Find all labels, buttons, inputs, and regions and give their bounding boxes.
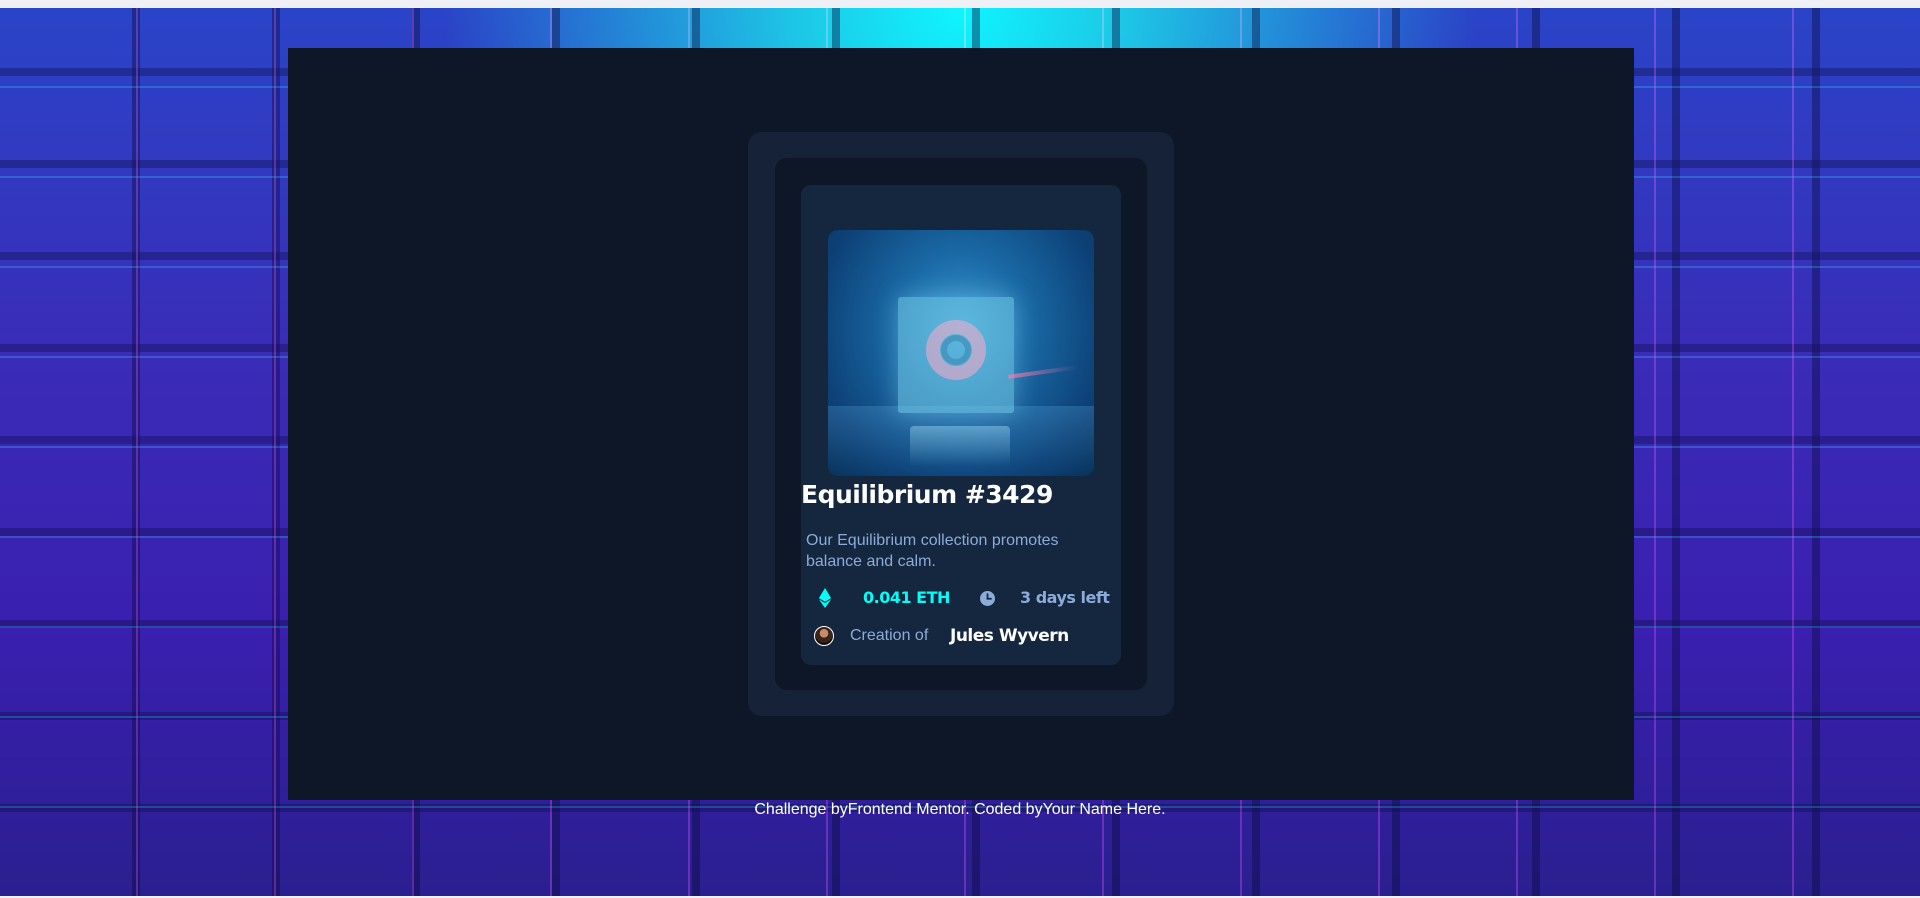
attribution-middle: . Coded by bbox=[965, 801, 1043, 818]
attribution-prefix: Challenge by bbox=[754, 801, 848, 818]
creation-label: Creation of bbox=[850, 627, 929, 644]
attribution-suffix: . bbox=[1161, 801, 1166, 818]
light-flare bbox=[1008, 365, 1078, 379]
author-link[interactable]: Your Name Here bbox=[1043, 801, 1162, 818]
creator-avatar bbox=[814, 626, 834, 646]
price-value: 0.041 ETH bbox=[863, 588, 950, 607]
frontend-mentor-link[interactable]: Frontend Mentor bbox=[848, 801, 965, 818]
ethereum-icon bbox=[818, 588, 832, 608]
time-left: 3 days left bbox=[1020, 588, 1110, 607]
cube-reflection bbox=[910, 426, 1010, 466]
card-description: Our Equilibrium collection promotes bala… bbox=[806, 532, 1059, 570]
cube-core bbox=[941, 335, 971, 365]
card-title[interactable]: Equilibrium #3429 bbox=[801, 480, 1053, 509]
clock-icon bbox=[980, 591, 995, 606]
creator-name-link[interactable]: Jules Wyvern bbox=[950, 626, 1069, 646]
attribution: Challenge byFrontend Mentor. Coded byYou… bbox=[0, 801, 1920, 819]
nft-image[interactable] bbox=[828, 230, 1094, 476]
